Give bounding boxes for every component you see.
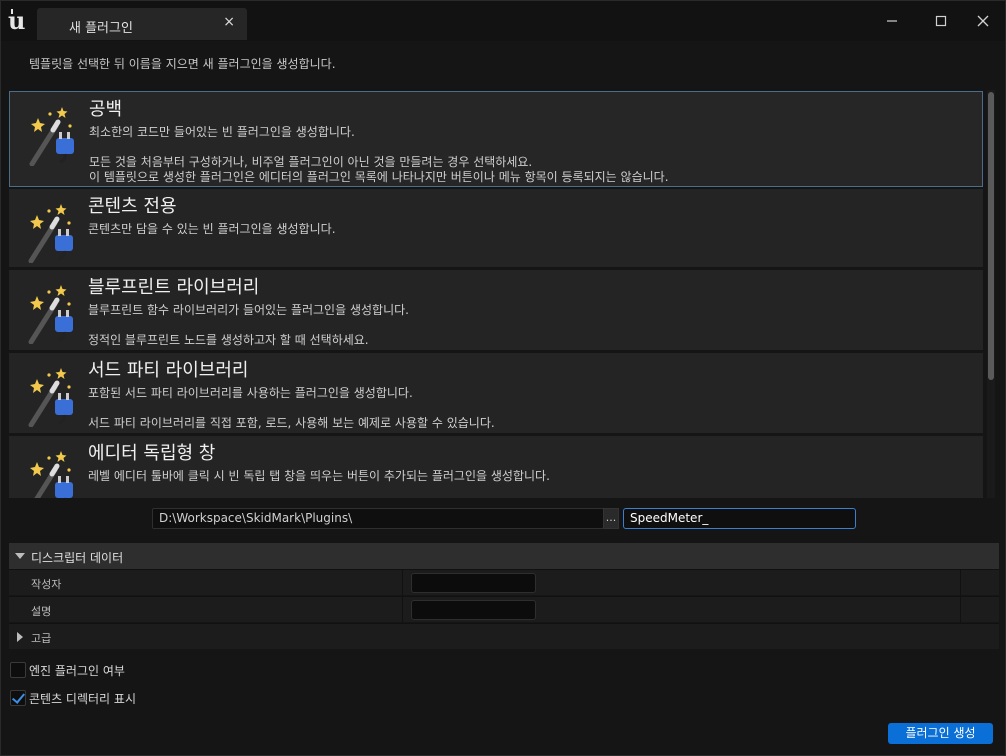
description-row: 설명 bbox=[9, 596, 999, 623]
plugin-wand-icon bbox=[28, 285, 73, 344]
template-description: 정적인 블루프린트 노드를 생성하고자 할 때 선택하세요. bbox=[88, 333, 369, 347]
template-title: 블루프린트 라이브러리 bbox=[88, 277, 260, 298]
tab-new-plugin[interactable]: 새 플러그인 × bbox=[37, 8, 247, 40]
close-icon bbox=[977, 15, 989, 27]
content-dir-label: 콘텐츠 디렉터리 표시 bbox=[29, 691, 136, 706]
template-item-blueprint-library[interactable]: 블루프린트 라이브러리 블루프린트 함수 라이브러리가 들어있는 플러그인을 생… bbox=[9, 270, 983, 350]
template-title: 에디터 독립형 창 bbox=[88, 443, 216, 464]
content-dir-checkbox[interactable] bbox=[10, 690, 26, 706]
author-input[interactable] bbox=[411, 573, 536, 593]
descriptor-data-label: 디스크립터 데이터 bbox=[31, 551, 124, 565]
maximize-icon bbox=[935, 15, 947, 27]
template-list[interactable]: 공백 최소한의 코드만 들어있는 빈 플러그인을 생성합니다. 모든 것을 처음… bbox=[9, 90, 985, 498]
page-description: 템플릿을 선택한 뒤 이름을 지으면 새 플러그인을 생성합니다. bbox=[29, 57, 336, 71]
template-title: 공백 bbox=[89, 99, 123, 120]
template-description: 최소한의 코드만 들어있는 빈 플러그인을 생성합니다. bbox=[89, 125, 355, 139]
content-dir-option[interactable]: 콘텐츠 디렉터리 표시 bbox=[10, 689, 136, 707]
author-row: 작성자 bbox=[9, 569, 999, 596]
template-list-scrollbar[interactable] bbox=[987, 90, 995, 498]
template-item-editor-standalone-window[interactable]: 에디터 독립형 창 레벨 에디터 툴바에 클릭 시 빈 독립 탭 창을 띄우는 … bbox=[9, 436, 983, 498]
template-item-third-party-library[interactable]: 서드 파티 라이브러리 포함된 서드 파티 라이브러리를 사용하는 플러그인을 … bbox=[9, 353, 983, 433]
minimize-button[interactable] bbox=[877, 9, 907, 33]
template-title: 서드 파티 라이브러리 bbox=[88, 360, 249, 381]
plugin-wand-icon bbox=[29, 107, 74, 166]
column-divider bbox=[960, 570, 961, 596]
tab-close-icon[interactable]: × bbox=[223, 14, 235, 30]
engine-plugin-option[interactable]: 엔진 플러그인 여부 bbox=[10, 661, 125, 679]
maximize-button[interactable] bbox=[926, 9, 956, 33]
author-label: 작성자 bbox=[31, 578, 62, 591]
scroll-thumb[interactable] bbox=[988, 92, 994, 380]
plugin-path-input[interactable]: D:\Workspace\SkidMark\Plugins\ bbox=[152, 508, 604, 529]
descriptor-data-header[interactable]: 디스크립터 데이터 bbox=[9, 543, 999, 569]
template-item-content-only[interactable]: 콘텐츠 전용 콘텐츠만 담을 수 있는 빈 플러그인을 생성합니다. bbox=[9, 189, 983, 267]
expand-arrow-icon bbox=[17, 632, 23, 642]
title-bar[interactable]: u 새 플러그인 × bbox=[1, 1, 1005, 41]
close-window-button[interactable] bbox=[968, 9, 998, 33]
plugin-wand-icon bbox=[28, 368, 73, 427]
template-item-blank[interactable]: 공백 최소한의 코드만 들어있는 빈 플러그인을 생성합니다. 모든 것을 처음… bbox=[9, 91, 983, 187]
plugin-name-input[interactable]: SpeedMeter_ bbox=[623, 508, 856, 529]
new-plugin-window: u 새 플러그인 × 템플릿을 선택한 뒤 이름을 지으면 새 플러그인을 생성… bbox=[0, 0, 1006, 756]
browse-path-button[interactable]: ... bbox=[603, 508, 619, 529]
column-divider bbox=[960, 597, 961, 623]
svg-text:u: u bbox=[8, 7, 25, 33]
template-description: 블루프린트 함수 라이브러리가 들어있는 플러그인을 생성합니다. bbox=[88, 303, 409, 317]
create-plugin-button[interactable]: 플러그인 생성 bbox=[888, 723, 993, 744]
template-description: 포함된 서드 파티 라이브러리를 사용하는 플러그인을 생성합니다. bbox=[88, 386, 413, 400]
column-divider[interactable] bbox=[402, 570, 403, 596]
collapse-arrow-icon bbox=[15, 553, 25, 559]
tab-title: 새 플러그인 bbox=[69, 21, 133, 36]
plugin-wand-icon bbox=[28, 204, 73, 263]
description-label: 설명 bbox=[31, 605, 52, 618]
template-description: 콘텐츠만 담을 수 있는 빈 플러그인을 생성합니다. bbox=[88, 222, 336, 236]
engine-plugin-label: 엔진 플러그인 여부 bbox=[29, 663, 125, 678]
minimize-icon bbox=[887, 20, 897, 22]
template-description: 이 템플릿으로 생성한 플러그인은 에디터의 플러그인 목록에 나타나지만 버튼… bbox=[89, 170, 669, 184]
unreal-logo-icon: u bbox=[8, 7, 25, 33]
template-description: 레벨 에디터 툴바에 클릭 시 빈 독립 탭 창을 띄우는 버튼이 추가되는 플… bbox=[88, 469, 550, 483]
plugin-wand-icon bbox=[30, 451, 73, 498]
column-divider[interactable] bbox=[402, 597, 403, 623]
advanced-row[interactable]: 고급 bbox=[9, 623, 999, 649]
description-input[interactable] bbox=[411, 600, 536, 620]
template-title: 콘텐츠 전용 bbox=[88, 196, 177, 217]
template-description: 서드 파티 라이브러리를 직접 포함, 로드, 사용해 보는 예제로 사용할 수… bbox=[88, 416, 495, 430]
advanced-label: 고급 bbox=[31, 632, 52, 645]
engine-plugin-checkbox[interactable] bbox=[10, 662, 26, 678]
